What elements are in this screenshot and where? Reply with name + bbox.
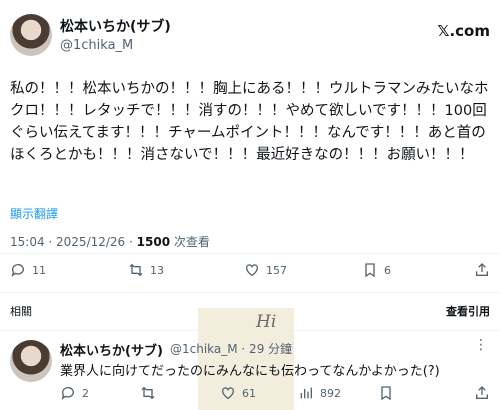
bookmark-icon	[378, 385, 394, 401]
retweet-count: 13	[150, 263, 164, 277]
reply-retweet-button[interactable]	[140, 385, 156, 401]
retweet-icon	[140, 385, 156, 401]
reply-like-button[interactable]: 61	[220, 385, 256, 401]
reply-count: 11	[32, 263, 46, 277]
share-button[interactable]	[474, 262, 490, 278]
sticker-text: Hi	[256, 312, 277, 332]
tweet-actions: 11 13 157 6	[10, 262, 490, 282]
author-handle[interactable]: @1chika_M	[60, 38, 133, 53]
more-options-icon[interactable]: ⋮	[474, 337, 488, 353]
reply-author-handle[interactable]: @1chika_M · 29 分鐘	[170, 340, 292, 357]
bookmark-icon	[362, 262, 378, 278]
share-icon	[474, 385, 490, 401]
views-icon	[298, 385, 314, 401]
tweet-text: 私の！！！松本いちかの！！！胸上にある！！！ウルトラマンみたいなホクロ！！！レタ…	[10, 81, 489, 163]
reply-text: 業界人に向けてだったのにみんなにも伝わってなんかよかった(?)	[60, 364, 440, 379]
author-avatar[interactable]	[10, 14, 52, 56]
reply-views-button[interactable]: 892	[298, 385, 341, 401]
reply-share-button[interactable]	[474, 385, 490, 401]
view-quotes-link[interactable]: 查看引用	[446, 303, 490, 319]
retweet-icon	[128, 262, 144, 278]
bookmark-count: 6	[384, 263, 391, 277]
reply-reply-button[interactable]: 2	[60, 385, 89, 401]
translate-link[interactable]: 顯示翻譯	[10, 205, 58, 222]
views-label: 次查看	[170, 235, 210, 249]
heart-icon	[244, 262, 260, 278]
author-name[interactable]: 松本いちか(サブ)	[60, 16, 171, 36]
divider	[0, 292, 500, 293]
share-icon	[474, 262, 490, 278]
reply-reply-count: 2	[82, 386, 89, 400]
related-label[interactable]: 相關	[10, 303, 32, 319]
reply-actions: 2 61 892	[60, 385, 490, 401]
reply-avatar[interactable]	[10, 340, 52, 382]
views-count: 1500	[136, 235, 171, 249]
reply-author-name[interactable]: 松本いちか(サブ)	[60, 340, 163, 359]
retweet-button[interactable]: 13	[128, 262, 164, 278]
reply-bookmark-button[interactable]	[378, 385, 394, 401]
reply-like-count: 61	[242, 386, 256, 400]
tweet-header: 松本いちか(サブ) @1chika_M 𝕏.com	[10, 10, 490, 60]
like-button[interactable]: 157	[244, 262, 287, 278]
heart-icon	[220, 385, 236, 401]
like-count: 157	[266, 263, 287, 277]
reply-icon	[10, 262, 26, 278]
bookmark-button[interactable]: 6	[362, 262, 391, 278]
tweet-time[interactable]: 15:04 · 2025/12/26 ·	[10, 235, 137, 249]
tweet-meta: 15:04 · 2025/12/26 · 1500 次查看	[10, 233, 210, 250]
divider	[0, 253, 500, 254]
reply-button[interactable]: 11	[10, 262, 46, 278]
x-logo: 𝕏.com	[437, 22, 490, 40]
reply-icon	[60, 385, 76, 401]
reply-views-count: 892	[320, 386, 341, 400]
